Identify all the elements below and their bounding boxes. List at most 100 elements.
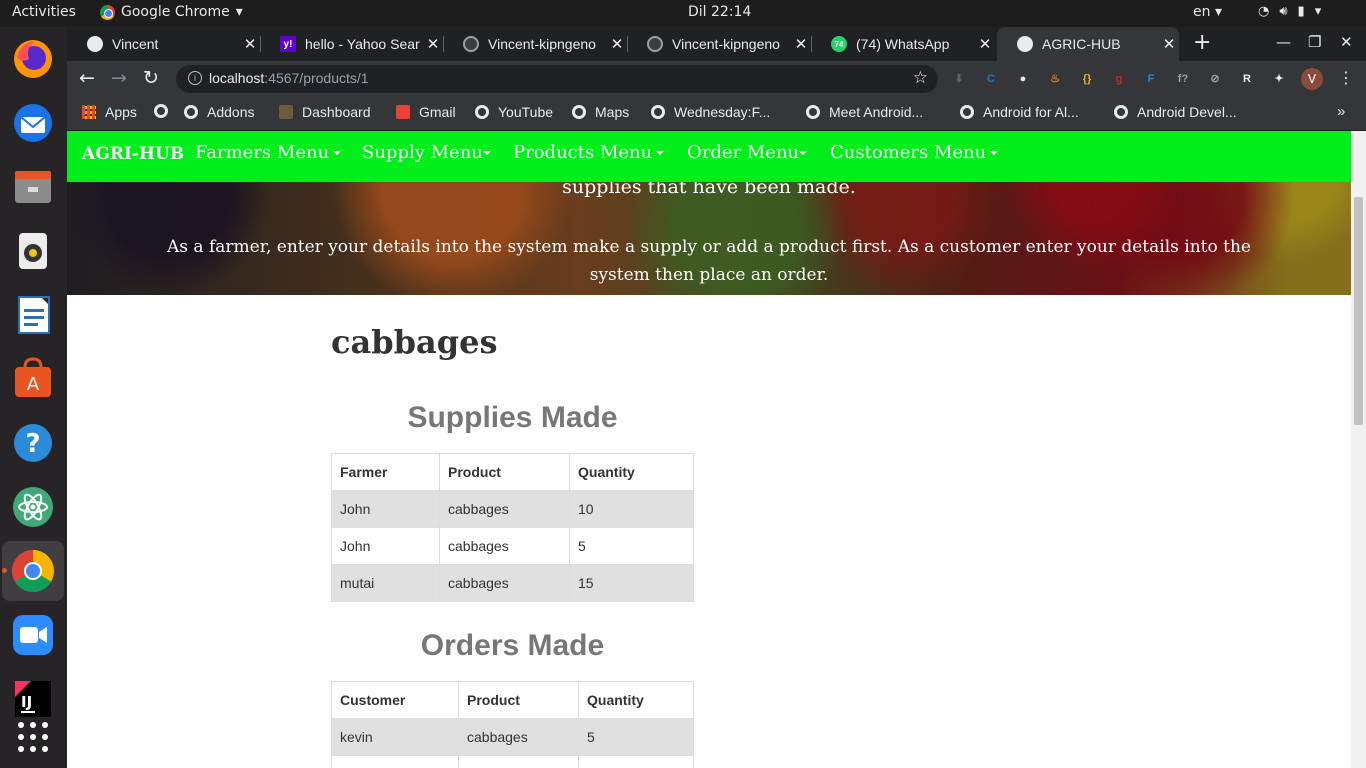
bookmark-item[interactable]: Android for Al...	[960, 104, 1079, 120]
bookmark-item[interactable]: Apps	[82, 104, 137, 120]
close-icon[interactable]: ✕	[791, 35, 811, 53]
close-icon[interactable]: ✕	[607, 35, 627, 53]
zoom-icon[interactable]	[9, 611, 57, 659]
firefox-icon[interactable]	[9, 35, 57, 83]
caret-down-icon	[990, 151, 999, 155]
bookmark-label: Wednesday:F...	[674, 104, 771, 120]
column-header: Quantity	[578, 681, 694, 719]
bookmark-item[interactable]: YouTube	[475, 104, 553, 120]
products-menu[interactable]: Products Menu	[513, 142, 665, 163]
writer-icon[interactable]	[9, 291, 57, 339]
rhythmbox-icon[interactable]	[9, 227, 57, 275]
download-icon[interactable]: ⬇	[951, 71, 967, 87]
bookmark-label: Gmail	[419, 104, 456, 120]
caret-down-icon	[333, 151, 342, 155]
clock[interactable]: Dil 22:14	[688, 4, 751, 20]
bookmark-label: Android for Al...	[983, 104, 1079, 120]
close-icon[interactable]: ✕	[240, 35, 260, 53]
bookmarks-overflow-button[interactable]: »	[1337, 103, 1345, 120]
close-icon[interactable]: ✕	[423, 35, 443, 53]
back-button[interactable]: ←	[79, 67, 95, 89]
profile-avatar[interactable]: V	[1301, 68, 1323, 90]
bookmark-item[interactable]: Dashboard	[279, 104, 371, 120]
page-scrollbar[interactable]	[1351, 131, 1366, 768]
browser-tab[interactable]: 74 (74) WhatsApp ✕	[811, 27, 995, 61]
globe-icon	[475, 105, 489, 119]
column-header: Product	[439, 453, 570, 491]
yahoo-icon: y!	[280, 36, 296, 52]
braces-extension-icon[interactable]: {}	[1079, 71, 1095, 87]
bookmark-label: Dashboard	[302, 104, 371, 120]
browser-tab[interactable]: y! hello - Yahoo Sear ✕	[260, 27, 443, 61]
volume-icon: 🔊︎	[1279, 4, 1288, 19]
forward-button[interactable]: →	[111, 67, 127, 89]
browser-tab[interactable]: Vincent-kipngeno ✕	[627, 27, 811, 61]
bookmark-item[interactable]: Maps	[572, 104, 629, 120]
address-bar[interactable]: i localhost:4567/products/1 ☆	[176, 65, 938, 93]
close-icon[interactable]: ✕	[975, 35, 995, 53]
bookmark-item[interactable]: Addons	[184, 104, 254, 120]
grey-extension-icon[interactable]: ⊘	[1207, 71, 1223, 87]
table-cell: mutai	[331, 564, 440, 602]
app-menu[interactable]: Google Chrome ▾	[100, 4, 243, 20]
bookmark-item[interactable]: Wednesday:F...	[651, 104, 770, 120]
new-tab-button[interactable]: +	[1193, 30, 1211, 55]
menu-label: Supply Menu	[362, 142, 483, 163]
puzzle-icon[interactable]: ✦	[1271, 71, 1287, 87]
circle-extension-icon[interactable]: ●	[1015, 71, 1031, 87]
menu-label: Customers Menu	[830, 142, 987, 163]
c-extension-icon[interactable]: C	[983, 71, 999, 87]
scrollbar-thumb[interactable]	[1354, 197, 1363, 425]
f-extension-icon[interactable]: F	[1143, 71, 1159, 87]
menu-label: Order Menu	[687, 142, 800, 163]
browser-toolbar: ← → ↻ i localhost:4567/products/1 ☆ ⬇ C ● ♨…	[67, 61, 1366, 97]
software-center-icon[interactable]: A	[9, 355, 57, 403]
bookmark-star-icon[interactable]: ☆	[913, 68, 928, 88]
close-window-button[interactable]: ✕	[1340, 33, 1353, 51]
system-tray[interactable]: ◔ 🔊︎ ▮ ▾	[1258, 4, 1321, 19]
globe-icon	[1114, 105, 1128, 119]
browser-tab-active[interactable]: AGRIC-HUB ✕	[997, 27, 1179, 61]
gmail-icon	[396, 105, 410, 119]
globe-icon	[572, 105, 586, 119]
bookmark-item[interactable]: Meet Android...	[806, 104, 923, 120]
thunderbird-icon[interactable]	[9, 99, 57, 147]
order-menu[interactable]: Order Menu	[687, 142, 808, 163]
customers-menu[interactable]: Customers Menu	[830, 142, 999, 163]
menu-label: Products Menu	[513, 142, 653, 163]
bookmark-item[interactable]: Android Devel...	[1114, 104, 1237, 120]
info-icon[interactable]: i	[188, 71, 202, 85]
caret-down-icon	[656, 151, 665, 155]
tab-title: hello - Yahoo Sear	[305, 36, 420, 52]
browser-tab[interactable]: Vincent-kipngeno ✕	[443, 27, 627, 61]
bookmark-label: Meet Android...	[829, 104, 924, 120]
function-extension-icon[interactable]: f?	[1175, 71, 1191, 87]
reload-button[interactable]: ↻	[143, 67, 159, 89]
chrome-window: Vincent ✕ y! hello - Yahoo Sear ✕ Vincen…	[67, 27, 1366, 768]
globe-icon	[1017, 36, 1033, 52]
site-navbar: AGRI-HUB Farmers Menu Supply Menu Produc…	[67, 131, 1351, 182]
activities-button[interactable]: Activities	[12, 4, 76, 20]
supply-menu[interactable]: Supply Menu	[362, 142, 491, 163]
fire-extension-icon[interactable]: ♨	[1047, 71, 1063, 87]
maximize-button[interactable]: ❐	[1308, 33, 1321, 51]
site-brand[interactable]: AGRI-HUB	[82, 144, 184, 164]
chevron-down-icon: ▾	[1314, 4, 1322, 19]
show-apps-icon[interactable]	[9, 713, 57, 761]
farmers-menu[interactable]: Farmers Menu	[195, 142, 342, 163]
close-icon[interactable]: ✕	[1159, 35, 1179, 53]
help-icon[interactable]: ?	[9, 419, 57, 467]
minimize-button[interactable]: —	[1276, 33, 1291, 51]
files-icon[interactable]	[9, 163, 57, 211]
browser-tab[interactable]: Vincent ✕	[67, 27, 260, 61]
menu-label: Farmers Menu	[195, 142, 330, 163]
language-indicator[interactable]: en ▾	[1193, 4, 1222, 20]
menu-kebab-icon[interactable]: ⋮	[1338, 68, 1354, 87]
bookmark-item[interactable]: Gmail	[396, 104, 456, 120]
supplies-title: Supplies Made	[407, 401, 618, 434]
r-extension-icon[interactable]: R	[1239, 71, 1255, 87]
g-extension-icon[interactable]: g	[1111, 71, 1127, 87]
bookmark-item[interactable]	[154, 104, 177, 118]
chrome-icon[interactable]	[9, 547, 57, 595]
atom-icon[interactable]	[9, 483, 57, 531]
